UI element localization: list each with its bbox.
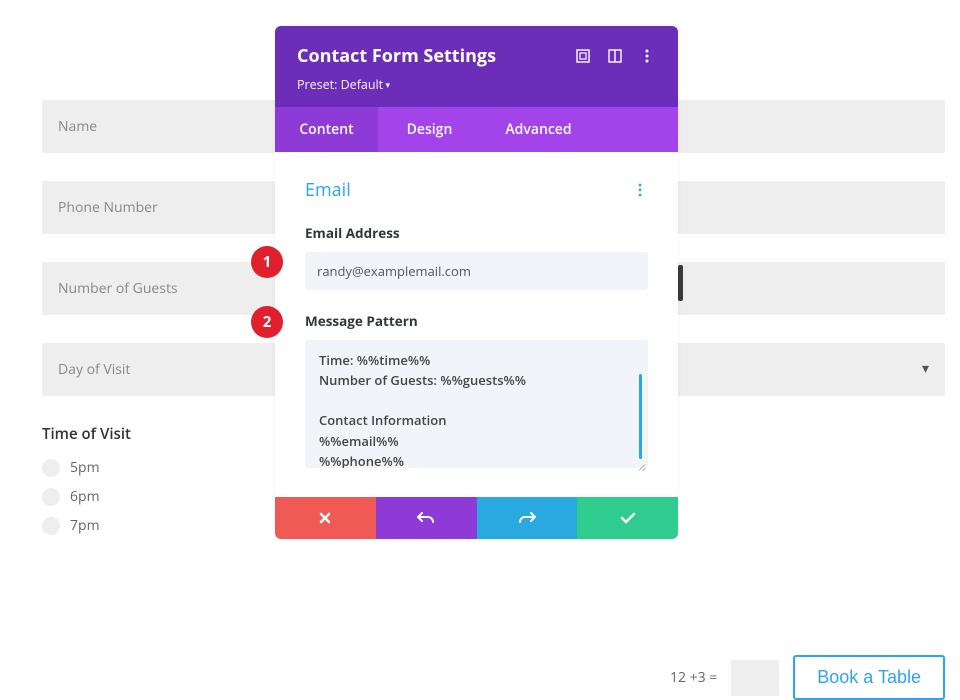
- check-icon: [620, 512, 636, 524]
- modal-header-icons: [574, 47, 656, 65]
- undo-icon: [417, 511, 435, 525]
- radio-icon: [42, 459, 60, 477]
- tab-content[interactable]: Content: [275, 107, 378, 152]
- message-pattern-textarea[interactable]: [305, 340, 648, 468]
- radio-label: 5pm: [70, 458, 100, 477]
- tab-advanced[interactable]: Advanced: [481, 107, 596, 152]
- modal-header: Contact Form Settings Preset: Default: [275, 26, 678, 107]
- section-menu-icon[interactable]: [632, 182, 648, 198]
- save-button[interactable]: [577, 497, 678, 539]
- redo-button[interactable]: [477, 497, 578, 539]
- more-icon[interactable]: [638, 47, 656, 65]
- resize-handle-icon[interactable]: [636, 461, 646, 471]
- expand-icon[interactable]: [574, 47, 592, 65]
- captcha-input[interactable]: [731, 660, 779, 696]
- callout-badge-2: 2: [251, 306, 283, 338]
- callout-badge-1: 1: [251, 246, 283, 278]
- scrollbar[interactable]: [639, 374, 642, 459]
- undo-button[interactable]: [376, 497, 477, 539]
- radio-label: 7pm: [70, 516, 100, 535]
- section-title[interactable]: Email: [305, 178, 351, 202]
- section-header: Email: [305, 178, 648, 202]
- preset-dropdown[interactable]: Preset: Default: [297, 76, 656, 93]
- panel-body: Email Email Address Message Pattern: [275, 152, 678, 497]
- layout-icon[interactable]: [606, 47, 624, 65]
- module-handle[interactable]: [678, 265, 683, 301]
- modal-footer: [275, 497, 678, 539]
- message-pattern-label: Message Pattern: [305, 312, 648, 330]
- radio-icon: [42, 488, 60, 506]
- tabs: Content Design Advanced: [275, 107, 678, 152]
- email-address-input[interactable]: [305, 252, 648, 290]
- close-button[interactable]: [275, 497, 376, 539]
- tab-design[interactable]: Design: [378, 107, 481, 152]
- radio-label: 6pm: [70, 487, 100, 506]
- close-icon: [318, 511, 332, 525]
- modal-title: Contact Form Settings: [297, 44, 496, 68]
- message-pattern-wrap: [305, 340, 648, 473]
- captcha-text: 12 +3 =: [670, 668, 717, 687]
- settings-modal: Contact Form Settings Preset: Default Co…: [275, 26, 678, 539]
- redo-icon: [518, 511, 536, 525]
- submit-button[interactable]: Book a Table: [793, 655, 945, 700]
- captcha-row: 12 +3 = Book a Table: [670, 655, 945, 700]
- email-address-label: Email Address: [305, 224, 648, 242]
- radio-icon: [42, 517, 60, 535]
